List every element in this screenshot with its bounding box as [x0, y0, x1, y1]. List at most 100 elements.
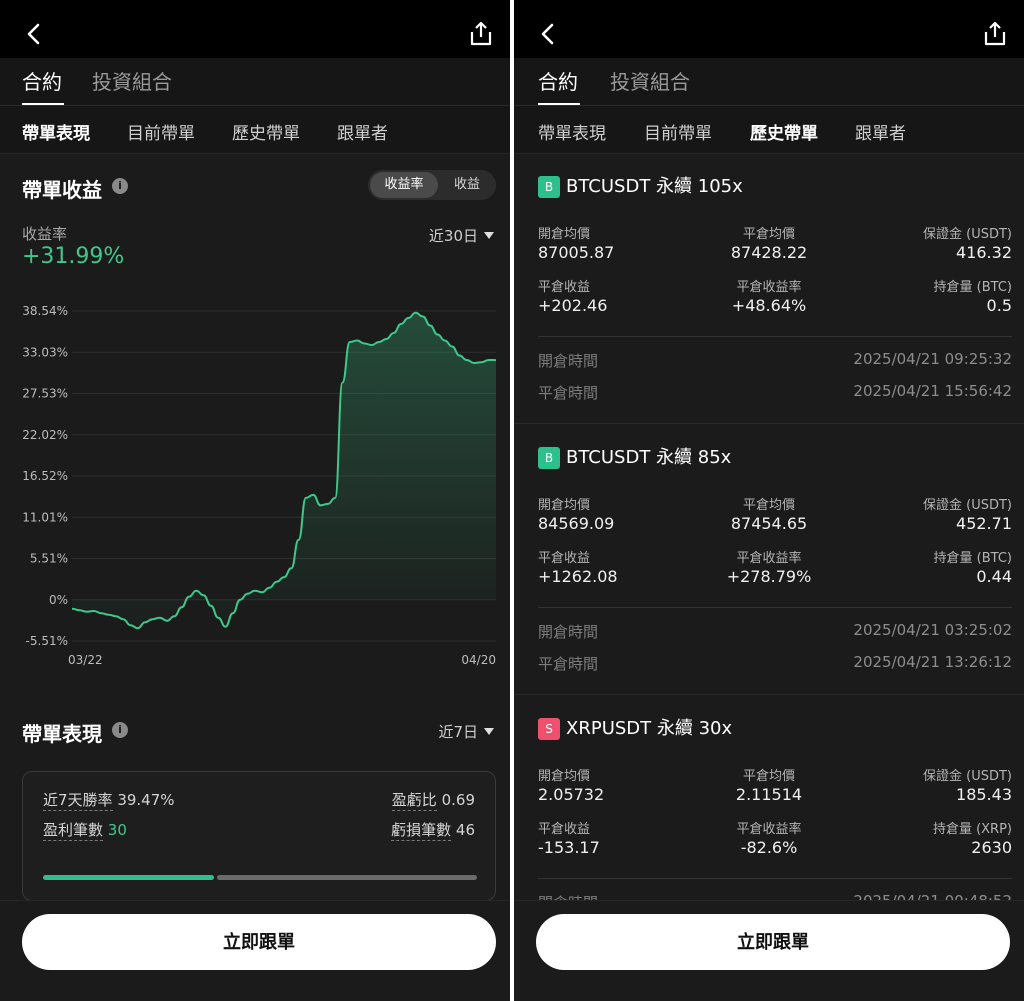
tab-followers[interactable]: 跟單者 [855, 119, 906, 144]
earnings-toggle: 收益率 收益 [368, 170, 496, 200]
trade-title: B BTCUSDT 永續 85x [538, 443, 731, 469]
tab-contract[interactable]: 合約 [22, 66, 62, 95]
share-icon[interactable] [982, 20, 1008, 48]
margin-value: 452.71 [956, 514, 1012, 533]
win-count-label[interactable]: 盈利筆數 [43, 821, 104, 841]
active-tab-underline [538, 103, 580, 105]
performance-period-dropdown[interactable]: 近7日 [438, 721, 494, 742]
roi-value: +48.64% [731, 296, 807, 315]
pl-ratio-value: 0.69 [441, 791, 475, 809]
y-tick-label: 16.52% [22, 469, 68, 483]
right-screen: 合約 投資組合 帶單表現 目前帶單 歷史帶單 跟單者 B BTCUSDT 永續 1… [514, 0, 1024, 1001]
sub-tabs: 帶單表現 目前帶單 歷史帶單 跟單者 [514, 106, 1024, 154]
y-tick-label: 27.53% [22, 387, 68, 401]
follow-now-button[interactable]: 立即跟單 [536, 914, 1010, 970]
info-icon[interactable]: i [112, 178, 128, 194]
period-dropdown[interactable]: 近30日 [429, 225, 494, 246]
trade-card[interactable]: B BTCUSDT 永續 85x 開倉均價 平倉均價 保證金 (USDT) 845… [514, 427, 1024, 695]
tab-history-orders[interactable]: 歷史帶單 [232, 119, 300, 144]
quantity-value: 0.44 [976, 567, 1012, 586]
loss-count-label[interactable]: 虧損筆數 [391, 821, 452, 841]
divider [538, 336, 1012, 337]
pl-ratio-label[interactable]: 盈虧比 [391, 791, 437, 811]
left-screen: 合約 投資組合 帶單表現 目前帶單 歷史帶單 跟單者 帶單收益 i 收益率 收益… [0, 0, 510, 1001]
buy-side-badge: B [538, 447, 560, 469]
x-tick-label: 04/20 [461, 653, 496, 667]
tab-portfolio[interactable]: 投資組合 [610, 66, 690, 95]
y-tick-label: 22.02% [22, 428, 68, 442]
period-label: 近30日 [428, 227, 478, 245]
quantity-value: 0.5 [986, 296, 1012, 315]
tab-performance[interactable]: 帶單表現 [538, 119, 606, 144]
tab-current-orders[interactable]: 目前帶單 [644, 119, 712, 144]
buy-side-badge: B [538, 176, 560, 198]
earnings-chart: 38.54% 33.03% 27.53% 22.02% 16.52% 11.01% 5.51… [22, 304, 497, 667]
sub-tabs: 帶單表現 目前帶單 歷史帶單 跟單者 [0, 106, 510, 154]
y-tick-label: 11.01% [22, 510, 68, 524]
margin-label: 保證金 (USDT) [923, 769, 1012, 784]
toggle-rate[interactable]: 收益率 [370, 172, 438, 198]
win-rate-row: 近7天勝率 39.47% [43, 789, 175, 811]
close-price-value: 87428.22 [730, 243, 808, 262]
win-ratio-bar [43, 875, 214, 880]
metric-label: 收益率 [22, 225, 68, 243]
chevron-left-icon[interactable] [22, 20, 46, 48]
trade-symbol: BTCUSDT 永續 85x [566, 447, 732, 468]
trade-card[interactable]: B BTCUSDT 永續 105x 開倉均價 平倉均價 保證金 (USDT) 87… [514, 156, 1024, 424]
tab-contract[interactable]: 合約 [538, 66, 578, 95]
tab-performance[interactable]: 帶單表現 [22, 119, 90, 144]
trade-symbol: BTCUSDT 永續 105x [566, 176, 743, 197]
loss-count-value: 46 [455, 821, 475, 839]
tab-history-orders[interactable]: 歷史帶單 [750, 119, 818, 144]
margin-value: 416.32 [956, 243, 1012, 262]
caret-down-icon [484, 728, 494, 735]
y-tick-label: 38.54% [22, 304, 68, 318]
main-tabs: 合約 投資組合 [514, 58, 1024, 106]
active-tab-underline [22, 103, 64, 105]
pl-ratio-row: 盈虧比 0.69 [391, 789, 475, 811]
y-tick-label: 0% [49, 593, 68, 607]
chevron-left-icon[interactable] [536, 20, 560, 48]
earnings-title: 帶單收益 [22, 178, 102, 202]
y-tick-label: 33.03% [22, 345, 68, 359]
tab-followers[interactable]: 跟單者 [337, 119, 388, 144]
y-tick-label: 5.51% [30, 552, 68, 566]
open-time-label: 開倉時間 [538, 352, 599, 370]
quantity-value: 2630 [971, 838, 1012, 857]
tab-current-orders[interactable]: 目前帶單 [127, 119, 195, 144]
trade-title: B BTCUSDT 永續 105x [538, 172, 743, 198]
quantity-label: 持倉量 (BTC) [933, 280, 1012, 295]
performance-period-label: 近7日 [438, 723, 478, 741]
win-rate-value: 39.47% [117, 791, 175, 809]
follow-now-button[interactable]: 立即跟單 [22, 914, 496, 970]
metric-value: +31.99% [22, 244, 125, 269]
close-price-value: 87454.65 [730, 514, 808, 533]
x-tick-label: 03/22 [68, 653, 103, 667]
share-icon[interactable] [468, 20, 494, 48]
tab-portfolio[interactable]: 投資組合 [92, 66, 172, 95]
area-fill [72, 312, 496, 629]
toggle-amount[interactable]: 收益 [440, 172, 494, 198]
win-count-row: 盈利筆數 30 [43, 819, 127, 841]
performance-card: 近7天勝率 39.47% 盈虧比 0.69 盈利筆數 30 虧損筆數 46 [22, 771, 496, 901]
win-count-value: 30 [107, 821, 127, 839]
roi-value: -82.6% [740, 838, 798, 857]
open-time-value: 2025/04/21 09:25:32 [853, 350, 1012, 368]
win-rate-label[interactable]: 近7天勝率 [43, 791, 113, 811]
margin-value: 185.43 [956, 785, 1012, 804]
bottom-bar: 立即跟單 [0, 900, 510, 1001]
close-time-label: 平倉時間 [538, 384, 599, 402]
trade-title: S XRPUSDT 永續 30x [538, 714, 732, 740]
quantity-label: 持倉量 (BTC) [933, 551, 1012, 566]
caret-down-icon [484, 232, 494, 239]
performance-title: 帶單表現 [22, 722, 102, 746]
trade-symbol: XRPUSDT 永續 30x [566, 718, 733, 739]
loss-count-row: 虧損筆數 46 [391, 819, 475, 841]
top-bar [514, 0, 1024, 58]
roi-value: +278.79% [726, 567, 812, 586]
close-time-label: 平倉時間 [538, 655, 599, 673]
info-icon[interactable]: i [112, 722, 128, 738]
y-tick-label: -5.51% [26, 634, 68, 648]
margin-label: 保證金 (USDT) [923, 498, 1012, 513]
quantity-label: 持倉量 (XRP) [932, 822, 1012, 837]
